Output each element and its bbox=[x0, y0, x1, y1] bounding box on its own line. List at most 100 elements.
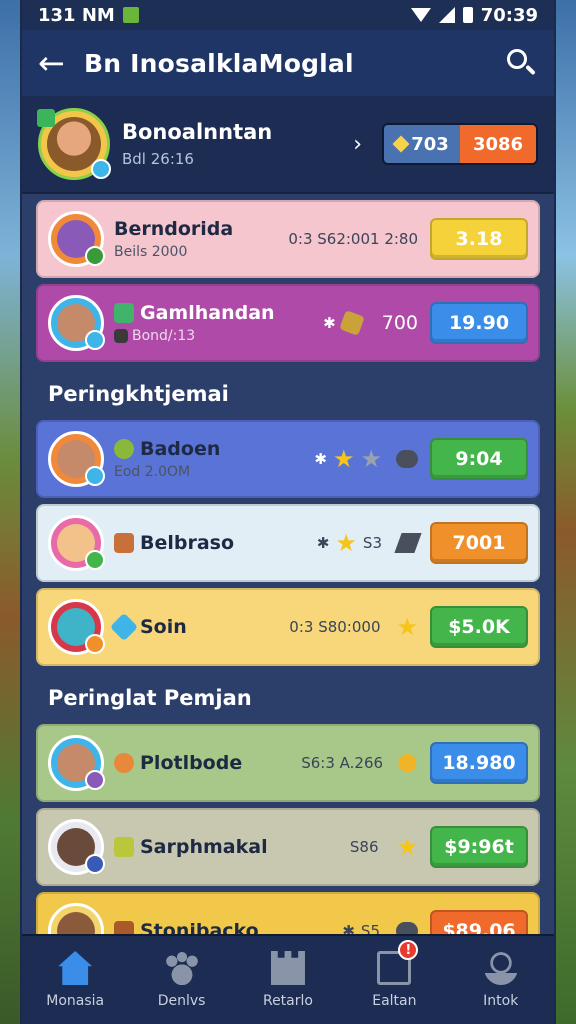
level-badge-icon bbox=[37, 109, 55, 127]
list-item-meta: 0:3 S80:000 ★ bbox=[289, 615, 418, 639]
list-item-name-wrap: Soin bbox=[109, 612, 289, 642]
home-icon bbox=[58, 951, 93, 985]
list-item-name: Sarphmakal bbox=[140, 836, 268, 858]
list-item-name-wrap: Badoen bbox=[114, 438, 314, 460]
list-item-name-wrap: Belbraso bbox=[114, 532, 317, 554]
list-item-name: Badoen bbox=[140, 438, 221, 460]
player-subtitle: Bdl 26:16 bbox=[122, 150, 194, 168]
action-button[interactable]: 3.18 bbox=[430, 218, 528, 260]
player-name: Bonoalnntan bbox=[122, 120, 273, 144]
list-item[interactable]: Sarphmakal S86 ★ $9:96t bbox=[36, 808, 540, 886]
sparkle-icon: ✱ bbox=[316, 534, 330, 552]
list-item-subtitle: Beils 2000 bbox=[114, 244, 188, 260]
app-window: 131 NM 70:39 ← Bn InosalklaMoglal Bonoal… bbox=[20, 0, 556, 1024]
list-item-name-wrap: Plotlbode bbox=[114, 752, 301, 774]
player-profile[interactable]: Bonoalnntan Bdl 26:16 › 703 3086 bbox=[22, 96, 554, 194]
status-clock: 70:39 bbox=[480, 4, 538, 26]
avatar bbox=[48, 819, 105, 875]
nav-label: Retarlo bbox=[262, 993, 313, 1009]
list-item-meta: ✱ ★ ★ bbox=[314, 447, 418, 471]
action-button[interactable]: 9:04 bbox=[430, 438, 528, 480]
bottom-nav: Monasia Denlvs Retarlo ! Ealtan Intok bbox=[22, 934, 554, 1024]
nav-label: Intok bbox=[483, 993, 519, 1009]
list-item-value: 0:3 S80:000 bbox=[289, 618, 381, 636]
list-item-name-wrap: Gamlhandan bbox=[114, 302, 323, 324]
nav-item-castle[interactable]: Retarlo bbox=[243, 951, 333, 1009]
action-button[interactable]: 18.980 bbox=[430, 742, 528, 784]
list-item-meta: 0:3 S62:001 2:80 bbox=[288, 230, 418, 248]
list-item-subtitle: Eod 2.0OM bbox=[114, 464, 191, 480]
section-title: Peringkhtjemai bbox=[48, 382, 229, 406]
nav-label: Monasia bbox=[46, 993, 105, 1009]
bag-icon bbox=[114, 303, 134, 323]
list-item[interactable]: Soin 0:3 S80:000 ★ $5.0K bbox=[36, 588, 540, 666]
nav-item-home[interactable]: Monasia bbox=[30, 951, 120, 1009]
list-item[interactable]: Plotlbode S6:3 A.266 ⬢ 18.980 bbox=[36, 724, 540, 802]
action-button[interactable]: $5.0K bbox=[430, 606, 528, 648]
page-title: Bn InosalklaMoglal bbox=[84, 48, 354, 78]
card-icon bbox=[114, 329, 128, 343]
list-item-value: S6:3 A.266 bbox=[301, 754, 384, 772]
notification-badge: ! bbox=[398, 940, 419, 960]
list-item-meta: ✱ ★ S3 bbox=[316, 531, 422, 555]
coin-icon bbox=[114, 439, 134, 459]
list-item-name: Plotlbode bbox=[140, 752, 243, 774]
chat-icon[interactable] bbox=[396, 450, 418, 468]
share-icon[interactable] bbox=[394, 533, 422, 553]
star-icon: ★ bbox=[396, 833, 418, 861]
star-empty-icon: ★ bbox=[360, 445, 382, 473]
coin-icon bbox=[114, 753, 134, 773]
app-bar: ← Bn InosalklaMoglal bbox=[22, 30, 554, 96]
coins-counter[interactable]: 3086 bbox=[460, 125, 536, 163]
list-item[interactable]: Badoen Eod 2.0OM ✱ ★ ★ 9:04 bbox=[36, 420, 540, 498]
nav-item-edit[interactable]: ! Ealtan bbox=[349, 940, 439, 1009]
list-item[interactable]: Berndorida Beils 2000 0:3 S62:001 2:80 3… bbox=[36, 200, 540, 278]
section-title: Peringlat Pemjan bbox=[48, 686, 252, 710]
avatar[interactable] bbox=[37, 108, 111, 180]
signal-icon bbox=[438, 7, 455, 23]
list-item[interactable]: Gamlhandan Bond/:13 ✱ 700 19.90 bbox=[36, 284, 540, 362]
action-button[interactable]: $9:96t bbox=[430, 826, 528, 868]
list-item[interactable]: Belbraso ✱ ★ S3 7001 bbox=[36, 504, 540, 582]
avatar bbox=[48, 599, 105, 655]
avatar bbox=[48, 211, 105, 267]
nav-label: Denlvs bbox=[157, 993, 206, 1009]
status-bar: 131 NM 70:39 bbox=[22, 0, 554, 30]
nav-item-profile[interactable]: Intok bbox=[456, 951, 546, 1009]
star-icon: ★ bbox=[332, 445, 355, 473]
paw-icon bbox=[164, 951, 199, 985]
castle-icon bbox=[270, 951, 305, 985]
cube-icon bbox=[114, 837, 134, 857]
back-arrow-icon[interactable]: ← bbox=[38, 44, 84, 82]
gem-icon bbox=[392, 135, 410, 153]
chest-icon bbox=[338, 310, 365, 336]
list-item-name: Belbraso bbox=[140, 532, 235, 554]
avatar bbox=[48, 515, 105, 571]
action-button[interactable]: 19.90 bbox=[430, 302, 528, 344]
notification-icon bbox=[122, 7, 139, 23]
list-item-value: 700 bbox=[381, 312, 418, 334]
star-icon: ★ bbox=[396, 613, 418, 641]
edit-icon: ! bbox=[377, 940, 419, 985]
sparkle-icon: ✱ bbox=[314, 450, 327, 468]
nav-label: Ealtan bbox=[372, 993, 417, 1009]
currency-display[interactable]: 703 3086 bbox=[382, 123, 538, 165]
gems-counter[interactable]: 703 bbox=[384, 125, 460, 163]
chevron-right-icon[interactable]: › bbox=[353, 132, 362, 157]
nav-item-pets[interactable]: Denlvs bbox=[137, 951, 227, 1009]
profile-icon bbox=[483, 951, 518, 985]
wifi-icon bbox=[410, 8, 431, 22]
list-item-subtitle-wrap: Bond/:13 bbox=[114, 328, 323, 344]
battery-icon bbox=[462, 7, 473, 23]
avatar bbox=[48, 295, 105, 351]
list-item-name: Gamlhandan bbox=[140, 302, 275, 324]
status-badge-icon bbox=[91, 159, 111, 179]
status-time: 131 NM bbox=[38, 4, 115, 26]
leaderboard-list: Berndorida Beils 2000 0:3 S62:001 2:80 3… bbox=[22, 194, 554, 970]
badge-icon: ⬢ bbox=[397, 749, 418, 777]
search-icon[interactable] bbox=[504, 46, 538, 80]
list-item-meta: ✱ 700 bbox=[323, 310, 418, 336]
list-item-value: S86 bbox=[349, 838, 379, 856]
action-button[interactable]: 7001 bbox=[430, 522, 528, 564]
list-item-name-wrap: Sarphmakal bbox=[114, 836, 350, 858]
